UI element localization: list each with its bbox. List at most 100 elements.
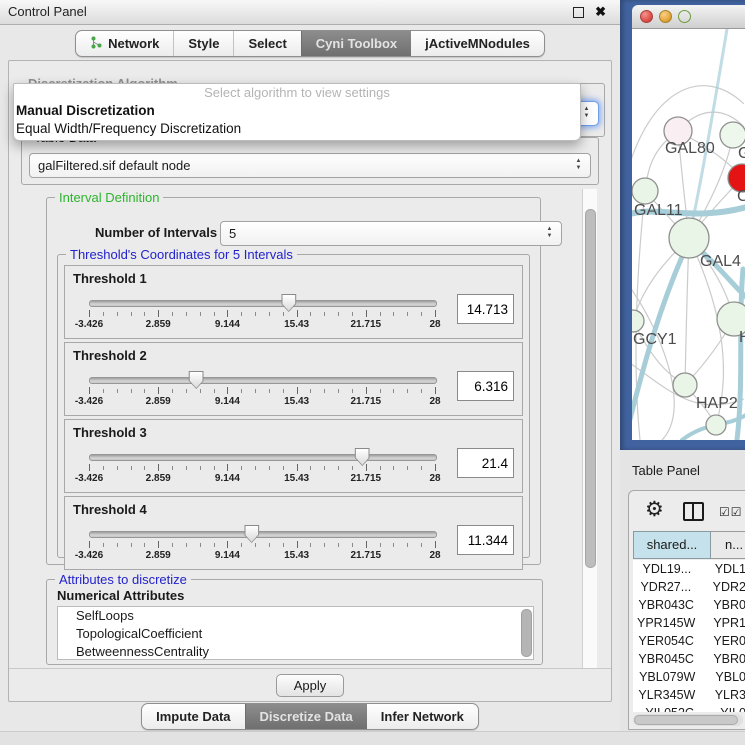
cell-shared-name[interactable]: YLR345W	[633, 686, 701, 704]
numerical-attributes-label: Numerical Attributes	[57, 588, 184, 603]
close-icon[interactable]: ✖	[595, 4, 606, 20]
cell-name[interactable]: YDL1	[701, 560, 745, 578]
cell-name[interactable]: YBR0	[699, 650, 745, 668]
table-rows: YDL19...YDL1YDR27...YDR2YBR043CYBR0YPR14…	[633, 560, 745, 712]
tab-network[interactable]: Network	[76, 31, 173, 56]
slider-track[interactable]	[89, 454, 437, 461]
table-row[interactable]: YBR043CYBR0	[633, 596, 745, 614]
network-node[interactable]	[632, 178, 658, 204]
cell-shared-name[interactable]: YBR045C	[633, 650, 699, 668]
tab-discretize-data[interactable]: Discretize Data	[245, 704, 367, 729]
select-checkbox-icons[interactable]: ☑☑	[719, 505, 743, 519]
float-window-icon[interactable]	[573, 7, 584, 18]
table-row[interactable]: YBL079WYBL0	[633, 668, 745, 686]
cell-name[interactable]: YER0	[699, 632, 745, 650]
table-row[interactable]: YIL052CYIL0	[633, 704, 745, 712]
threshold-value-field[interactable]	[457, 448, 514, 478]
cell-shared-name[interactable]: YDR27...	[633, 578, 699, 596]
tab-jactivemnodules[interactable]: jActiveMNodules	[411, 31, 544, 56]
network-icon	[90, 36, 103, 52]
network-window-titlebar[interactable]	[632, 5, 745, 29]
threshold-slider[interactable]: -3.4262.8599.14415.4321.71528	[89, 531, 435, 565]
tab-impute-data[interactable]: Impute Data	[142, 704, 244, 729]
threshold-slider[interactable]: -3.4262.8599.14415.4321.71528	[89, 377, 435, 411]
stepper-arrows-icon: ▲▼	[545, 226, 554, 240]
algorithm-hint-option[interactable]: Select algorithm to view settings	[14, 84, 580, 102]
table-row[interactable]: YDR27...YDR2	[633, 578, 745, 596]
threshold-label: Threshold 1	[73, 271, 147, 286]
threshold-slider[interactable]: -3.4262.8599.14415.4321.71528	[89, 300, 435, 334]
algorithm-option-list: Manual DiscretizationEqual Width/Frequen…	[14, 102, 580, 138]
slider-track[interactable]	[89, 300, 437, 307]
close-traffic-light-icon[interactable]	[640, 10, 653, 23]
tab-label: Style	[188, 36, 219, 51]
split-pane-icon[interactable]	[683, 502, 704, 521]
threshold-value-field[interactable]	[457, 525, 514, 555]
table-panel-title: Table Panel	[632, 463, 700, 478]
top-tab-control: Network Style SelectCyni ToolboxjActiveMNo…	[75, 30, 545, 57]
table-row[interactable]: YDL19...YDL1	[633, 560, 745, 578]
cell-name[interactable]: YLR3	[701, 686, 745, 704]
threshold-value-field[interactable]	[457, 294, 514, 324]
zoom-traffic-light-icon[interactable]	[678, 10, 691, 23]
algorithm-option[interactable]: Manual Discretization	[14, 102, 580, 120]
attribute-item[interactable]: SelfLoops	[58, 607, 533, 625]
cell-shared-name[interactable]: YBR043C	[633, 596, 699, 614]
attribute-item[interactable]: BetweennessCentrality	[58, 643, 533, 660]
panel-title: Control Panel	[8, 4, 87, 19]
minimize-traffic-light-icon[interactable]	[659, 10, 672, 23]
apply-button[interactable]: Apply	[276, 674, 344, 697]
slider-track[interactable]	[89, 531, 437, 538]
algorithm-option[interactable]: Equal Width/Frequency Discretization	[14, 120, 580, 138]
cell-name[interactable]: YBR0	[699, 596, 745, 614]
tab-select[interactable]: Select	[233, 31, 300, 56]
table-row[interactable]: YPR145WYPR1	[633, 614, 745, 632]
cell-shared-name[interactable]: YBL079W	[633, 668, 701, 686]
cell-name[interactable]: YPR1	[699, 614, 745, 632]
column-header-shared-name[interactable]: shared...	[633, 531, 711, 559]
network-canvas[interactable]: GAL80GACGAL11GAL4GCY1HHAP2	[632, 29, 745, 440]
tab-label: Network	[108, 36, 159, 51]
settings-vertical-scrollbar[interactable]	[582, 189, 597, 669]
threshold-label: Threshold 2	[73, 348, 147, 363]
number-of-intervals-combobox[interactable]: 5 ▲▼	[220, 221, 562, 246]
tab-label: Infer Network	[381, 709, 464, 724]
cyni-toolbox-panel: Discretization Algorithm ▲▼ Select algor…	[8, 60, 612, 702]
table-row[interactable]: YBR045CYBR0	[633, 650, 745, 668]
table-data-combobox[interactable]: galFiltered.sif default node ▲▼	[29, 153, 591, 178]
tab-cyni-toolbox[interactable]: Cyni Toolbox	[301, 31, 411, 56]
tab-style[interactable]: Style	[173, 31, 233, 56]
attribute-items: SelfLoopsTopologicalCoefficientBetweenne…	[58, 607, 533, 660]
table-row[interactable]: YER054CYER0	[633, 632, 745, 650]
scrollbar-thumb[interactable]	[585, 209, 596, 568]
cell-shared-name[interactable]: YPR145W	[633, 614, 699, 632]
network-node[interactable]	[706, 415, 726, 435]
attributes-group-label: Attributes to discretize	[55, 572, 191, 587]
bottom-tab-control: Impute Data Discretize Data Infer Network	[141, 703, 479, 730]
cell-shared-name[interactable]: YER054C	[633, 632, 699, 650]
attribute-item[interactable]: TopologicalCoefficient	[58, 625, 533, 643]
network-node[interactable]	[632, 310, 644, 332]
cell-shared-name[interactable]: YDL19...	[633, 560, 701, 578]
numerical-attributes-list: SelfLoopsTopologicalCoefficientBetweenne…	[57, 606, 534, 660]
attributes-scrollbar[interactable]	[521, 609, 532, 657]
control-panel-titlebar: Control Panel ✖	[0, 0, 620, 25]
gear-icon[interactable]: ⚙	[645, 497, 664, 521]
network-node[interactable]	[673, 373, 697, 397]
table-horizontal-scrollbar[interactable]	[633, 714, 743, 726]
column-header-name[interactable]: n...	[711, 531, 745, 559]
network-node[interactable]	[669, 218, 709, 258]
threshold-label: Threshold 4	[73, 502, 147, 517]
threshold-value-field[interactable]	[457, 371, 514, 401]
tab-label: Impute Data	[156, 709, 230, 724]
table-row[interactable]: YLR345WYLR3	[633, 686, 745, 704]
cell-name[interactable]: YIL0	[706, 704, 745, 712]
slider-track[interactable]	[89, 377, 437, 384]
cell-name[interactable]: YBL0	[701, 668, 745, 686]
threshold-slider[interactable]: -3.4262.8599.14415.4321.71528	[89, 454, 435, 488]
cell-shared-name[interactable]: YIL052C	[633, 704, 706, 712]
scrollbar-thumb[interactable]	[634, 715, 738, 725]
cell-name[interactable]: YDR2	[699, 578, 745, 596]
tab-infer-network[interactable]: Infer Network	[367, 704, 478, 729]
slider-scale-labels: -3.4262.8599.14415.4321.71528	[89, 473, 435, 485]
